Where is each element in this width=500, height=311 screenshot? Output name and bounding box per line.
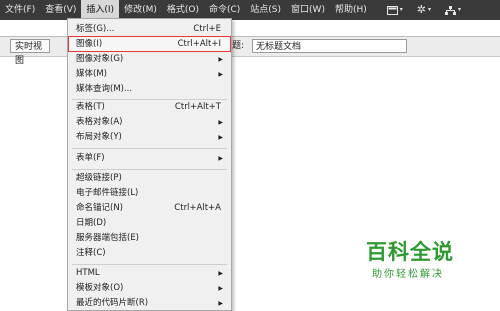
menu-file[interactable]: 文件(F) [0, 0, 40, 20]
submenu-arrow-icon: ▶ [218, 155, 223, 162]
menu-separator [72, 264, 227, 265]
menu-format[interactable]: 格式(O) [162, 0, 204, 20]
menu-item-named-anchor[interactable]: 命名锚记(N) Ctrl+Alt+A [68, 201, 231, 216]
menu-item-label: 模板对象(O) [76, 283, 124, 293]
menu-modify[interactable]: 修改(M) [119, 0, 162, 20]
menu-item-label: 布局对象(Y) [76, 132, 122, 142]
watermark-title: 百科全说 [366, 240, 454, 264]
menu-separator [72, 169, 227, 170]
menu-item-label: HTML [76, 268, 100, 278]
menu-item-layout-objects[interactable]: 布局对象(Y) ▶ [68, 130, 231, 145]
menu-item-server-side-include[interactable]: 服务器端包括(E) [68, 231, 231, 246]
submenu-arrow-icon: ▶ [218, 134, 223, 141]
menu-item-label: 电子邮件链接(L) [76, 188, 139, 198]
menu-item-label: 日期(D) [76, 218, 107, 228]
submenu-arrow-icon: ▶ [218, 71, 223, 78]
menu-item-hyperlink[interactable]: 超级链接(P) [68, 171, 231, 186]
submenu-arrow-icon: ▶ [218, 300, 223, 307]
menu-window[interactable]: 窗口(W) [286, 0, 330, 20]
menu-item-label: 媒体查询(M)... [76, 84, 133, 94]
menu-item-label: 媒体(M) [76, 69, 107, 79]
menu-item-label: 表单(F) [76, 153, 105, 163]
menu-item-shortcut: Ctrl+Alt+T [174, 102, 221, 112]
menu-insert[interactable]: 插入(I) [81, 0, 120, 20]
menu-item-date[interactable]: 日期(D) [68, 216, 231, 231]
menu-item-tag[interactable]: 标签(G)... Ctrl+E [68, 22, 231, 37]
menu-item-label: 命名锚记(N) [76, 203, 123, 213]
chevron-down-icon: ▾ [399, 6, 403, 13]
menu-help[interactable]: 帮助(H) [330, 0, 372, 20]
menu-item-comment[interactable]: 注释(C) [68, 246, 231, 261]
menu-item-label: 表格(T) [76, 102, 105, 112]
menu-item-table-objects[interactable]: 表格对象(A) ▶ [68, 115, 231, 130]
menu-separator [72, 148, 227, 149]
menu-item-label: 注释(C) [76, 248, 106, 258]
submenu-arrow-icon: ▶ [218, 56, 223, 63]
sitemap-icon [445, 5, 457, 15]
menu-item-shortcut: Ctrl+Alt+I [177, 39, 221, 49]
chevron-down-icon: ▾ [458, 6, 462, 13]
gear-icon: ✲ [416, 3, 426, 16]
menu-item-label: 最近的代码片断(R) [76, 298, 149, 308]
menu-item-media-queries[interactable]: 媒体查询(M)... [68, 82, 231, 97]
menu-item-label: 表格对象(A) [76, 117, 123, 127]
live-view-button[interactable]: 实时视图 [10, 39, 50, 66]
menu-item-template-objects[interactable]: 模板对象(O) ▶ [68, 281, 231, 296]
menu-bar: 文件(F) 查看(V) 插入(I) 修改(M) 格式(O) 命令(C) 站点(S… [0, 0, 500, 20]
submenu-arrow-icon: ▶ [218, 270, 223, 277]
title-input[interactable]: 无标题文档 [252, 39, 407, 53]
menu-item-label: 超级链接(P) [76, 173, 122, 183]
menu-item-table[interactable]: 表格(T) Ctrl+Alt+T [68, 100, 231, 115]
menu-item-label: 图像对象(G) [76, 54, 124, 64]
menu-item-shortcut: Ctrl+E [193, 24, 221, 34]
insert-dropdown-menu: 标签(G)... Ctrl+E 图像(I) Ctrl+Alt+I 图像对象(G)… [67, 18, 232, 311]
watermark-subtitle: 助你轻松解决 [372, 269, 444, 280]
menu-item-email-link[interactable]: 电子邮件链接(L) [68, 186, 231, 201]
menu-item-label: 图像(I) [76, 39, 103, 49]
menu-site[interactable]: 站点(S) [245, 0, 286, 20]
submenu-arrow-icon: ▶ [218, 285, 223, 292]
chevron-down-icon: ▾ [428, 6, 432, 13]
menu-item-label: 标签(G)... [76, 24, 115, 34]
menu-commands[interactable]: 命令(C) [204, 0, 245, 20]
title-label: 题: [232, 41, 245, 51]
menu-item-label: 服务器端包括(E) [76, 233, 140, 243]
menu-item-form[interactable]: 表单(F) ▶ [68, 151, 231, 166]
menu-item-shortcut: Ctrl+Alt+A [174, 203, 221, 213]
menu-item-recent-snippets[interactable]: 最近的代码片断(R) ▶ [68, 296, 231, 311]
menu-item-image-objects[interactable]: 图像对象(G) ▶ [68, 52, 231, 67]
menu-view[interactable]: 查看(V) [40, 0, 81, 20]
menu-item-html[interactable]: HTML ▶ [68, 266, 231, 281]
layout-menu-button[interactable]: ▾ [380, 0, 410, 20]
menu-item-image[interactable]: 图像(I) Ctrl+Alt+I [68, 36, 231, 52]
menu-item-media[interactable]: 媒体(M) ▶ [68, 67, 231, 82]
settings-menu-button[interactable]: ✲ ▾ [410, 0, 438, 20]
submenu-arrow-icon: ▶ [218, 119, 223, 126]
layout-icon [386, 5, 398, 15]
site-menu-button[interactable]: ▾ [438, 0, 468, 20]
